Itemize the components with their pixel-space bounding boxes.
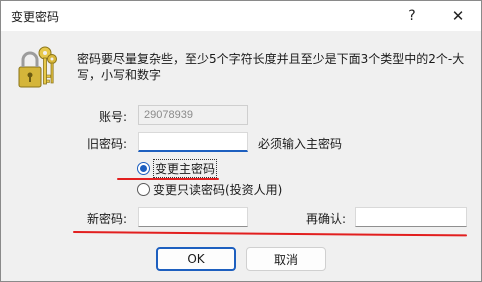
account-field: 29078939 xyxy=(138,105,248,125)
help-icon: ? xyxy=(408,8,416,24)
close-button[interactable]: ✕ xyxy=(435,1,481,31)
annotation-underline-new-password xyxy=(72,231,467,237)
new-password-label: 新密码: xyxy=(87,212,128,226)
old-password-label: 旧密码: xyxy=(87,137,128,151)
cancel-button[interactable]: 取消 xyxy=(246,247,326,271)
old-password-hint: 必须输入主密码 xyxy=(258,137,343,151)
confirm-password-label: 再确认: xyxy=(306,212,347,226)
password-requirements-text: 密码要尽量复杂些，至少5个字符长度并且至少是下面3个类型中的2个-大写，小写和数… xyxy=(77,52,465,82)
old-password-field[interactable] xyxy=(138,132,248,152)
annotation-underline-master xyxy=(117,178,219,180)
keys-lock-icon xyxy=(18,46,57,88)
radio-button-checked[interactable] xyxy=(137,162,150,175)
new-password-field[interactable] xyxy=(138,207,248,227)
change-password-dialog: 变更密码 ? ✕ 密码要尽量复杂些，至少5个字符长度并且至少是下面3个类型中的2… xyxy=(0,0,482,282)
close-icon: ✕ xyxy=(451,7,465,25)
radio-button-unchecked[interactable] xyxy=(137,183,150,196)
ok-button[interactable]: OK xyxy=(156,247,236,271)
window-title: 变更密码 xyxy=(11,10,60,24)
account-label: 账号: xyxy=(99,110,128,124)
radio-readonly-label: 变更只读密码(投资人用) xyxy=(153,183,283,197)
help-button[interactable]: ? xyxy=(389,1,435,31)
title-bar: 变更密码 ? ✕ xyxy=(1,1,481,31)
radio-change-master-password[interactable]: 变更主密码 xyxy=(137,159,218,178)
confirm-password-field[interactable] xyxy=(355,207,467,227)
radio-master-label: 变更主密码 xyxy=(153,159,218,178)
radio-change-readonly-password[interactable]: 变更只读密码(投资人用) xyxy=(137,181,282,198)
